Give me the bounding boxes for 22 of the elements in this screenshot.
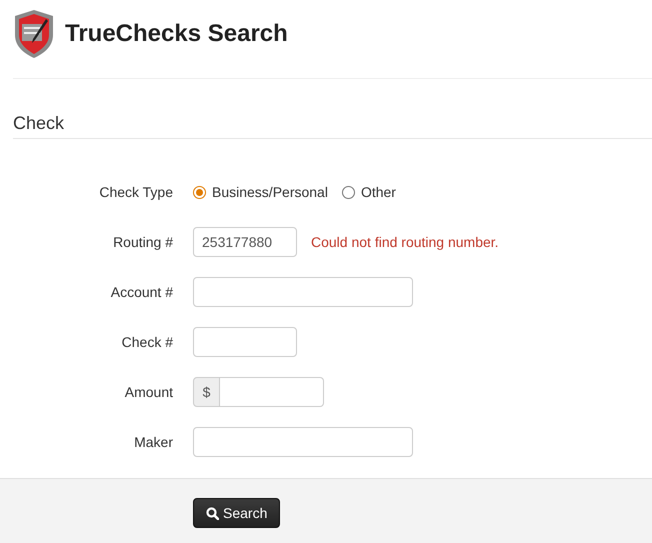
currency-addon: $: [193, 377, 220, 407]
radio-label[interactable]: Other: [360, 184, 396, 200]
radio-label[interactable]: Business/Personal: [212, 184, 328, 200]
field-label: Routing #: [112, 234, 173, 250]
radio-button[interactable]: [342, 186, 355, 198]
error-message: Could not find routing number.: [311, 234, 499, 250]
field-label: Amount: [124, 384, 173, 400]
app-title: TrueChecks Search: [65, 20, 288, 48]
field-label: Check Type: [98, 184, 173, 200]
input-field[interactable]: 253177880: [193, 227, 297, 257]
shield-logo-icon: [13, 9, 55, 59]
section-heading: Check: [13, 113, 652, 139]
field-label: Account #: [110, 284, 173, 300]
input-field[interactable]: [193, 277, 413, 307]
amount-field[interactable]: [220, 377, 324, 407]
field-label: Maker: [133, 434, 173, 450]
radio-button[interactable]: [193, 186, 206, 198]
search-button[interactable]: Search: [193, 498, 280, 528]
search-icon: [206, 506, 219, 520]
field-label: Check #: [120, 334, 173, 350]
input-field[interactable]: [193, 327, 297, 357]
input-field[interactable]: [193, 427, 413, 457]
